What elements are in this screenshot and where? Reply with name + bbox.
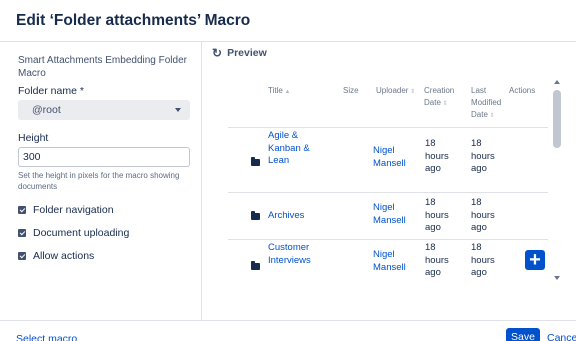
macro-description: Smart Attachments Embedding Folder Macro <box>18 55 187 79</box>
footer-divider <box>0 320 576 321</box>
folder-name-label: Folder name * <box>18 85 84 97</box>
height-input-value: 300 <box>23 151 41 163</box>
column-title[interactable]: Title ▲ <box>268 85 290 98</box>
folder-name-value: @root <box>32 104 61 116</box>
header-divider <box>0 41 576 42</box>
height-input[interactable]: 300 <box>18 147 190 167</box>
dialog-title: Edit ‘Folder attachments’ Macro <box>16 12 251 29</box>
chevron-down-icon <box>175 108 181 112</box>
row-modified-date: 18 hours ago <box>471 242 495 278</box>
folder-name-select[interactable]: @root <box>18 100 190 120</box>
panel-divider <box>201 41 202 320</box>
save-button[interactable]: Save <box>506 328 540 341</box>
refresh-icon[interactable]: ↻ <box>212 46 222 60</box>
checkbox-checked-icon <box>18 229 26 237</box>
folder-navigation-checkbox[interactable]: Folder navigation <box>18 203 190 217</box>
row-title-link[interactable]: Archives <box>268 210 304 223</box>
sort-asc-icon: ▲ <box>282 89 291 95</box>
chevron-up-icon[interactable] <box>554 80 560 84</box>
scrollbar-thumb[interactable] <box>553 90 561 148</box>
document-uploading-checkbox[interactable]: Document uploading <box>18 226 190 240</box>
chevron-down-icon[interactable] <box>554 276 560 280</box>
column-creation-date[interactable]: Creation Date ⇕ <box>424 85 454 110</box>
sort-icon: ⇕ <box>440 101 448 107</box>
select-macro-link[interactable]: Select macro <box>16 333 77 341</box>
sort-icon: ⇕ <box>487 113 495 119</box>
cancel-button[interactable]: Cancel <box>547 332 576 341</box>
attachments-table: Title ▲ Size Uploader ⇕ Creation Date ⇕ L… <box>228 85 548 285</box>
checkbox-checked-icon <box>18 252 26 260</box>
folder-icon <box>251 157 260 166</box>
row-modified-date: 18 hours ago <box>471 197 495 233</box>
table-row[interactable]: Customer Interviews Nigel Mansell 18 hours a… <box>228 239 548 285</box>
preview-heading: ↻ Preview <box>212 46 267 60</box>
row-uploader-link[interactable]: Nigel Mansell <box>373 202 406 227</box>
macro-parameters-form: Smart Attachments Embedding Folder Macro… <box>18 54 190 263</box>
table-row[interactable]: Agile & Kanban & Lean Nigel Mansell 18 hours… <box>228 127 548 192</box>
preview-scrollbar[interactable] <box>553 80 561 280</box>
column-last-modified-date[interactable]: Last Modified Date ⇕ <box>471 85 501 122</box>
checkbox-checked-icon <box>18 206 26 214</box>
folder-icon <box>251 211 260 220</box>
allow-actions-checkbox[interactable]: Allow actions <box>18 249 190 263</box>
height-help-text: Set the height in pixels for the macro s… <box>18 171 180 191</box>
add-button[interactable]: + <box>525 250 545 270</box>
folder-navigation-label: Folder navigation <box>33 204 114 216</box>
column-actions: Actions <box>509 86 536 95</box>
table-row[interactable]: Archives Nigel Mansell 18 hours ago 18 hours… <box>228 192 548 239</box>
height-label: Height <box>18 132 49 144</box>
row-title-link[interactable]: Agile & Kanban & Lean <box>268 130 310 168</box>
sort-icon: ⇕ <box>408 89 416 95</box>
preview-label: Preview <box>227 47 267 59</box>
allow-actions-label: Allow actions <box>33 250 95 262</box>
folder-icon <box>251 261 260 270</box>
row-modified-date: 18 hours ago <box>471 138 495 174</box>
macro-editor-dialog: Edit ‘Folder attachments’ Macro Smart At… <box>0 0 576 341</box>
row-creation-date: 18 hours ago <box>425 138 449 174</box>
table-header: Title ▲ Size Uploader ⇕ Creation Date ⇕ L… <box>228 85 548 127</box>
column-size[interactable]: Size <box>343 85 359 97</box>
row-creation-date: 18 hours ago <box>425 242 449 278</box>
row-uploader-link[interactable]: Nigel Mansell <box>373 249 406 274</box>
row-uploader-link[interactable]: Nigel Mansell <box>373 145 406 170</box>
row-title-link[interactable]: Customer Interviews <box>268 242 311 267</box>
document-uploading-label: Document uploading <box>33 227 130 239</box>
column-uploader[interactable]: Uploader ⇕ <box>376 85 415 98</box>
row-creation-date: 18 hours ago <box>425 197 449 233</box>
